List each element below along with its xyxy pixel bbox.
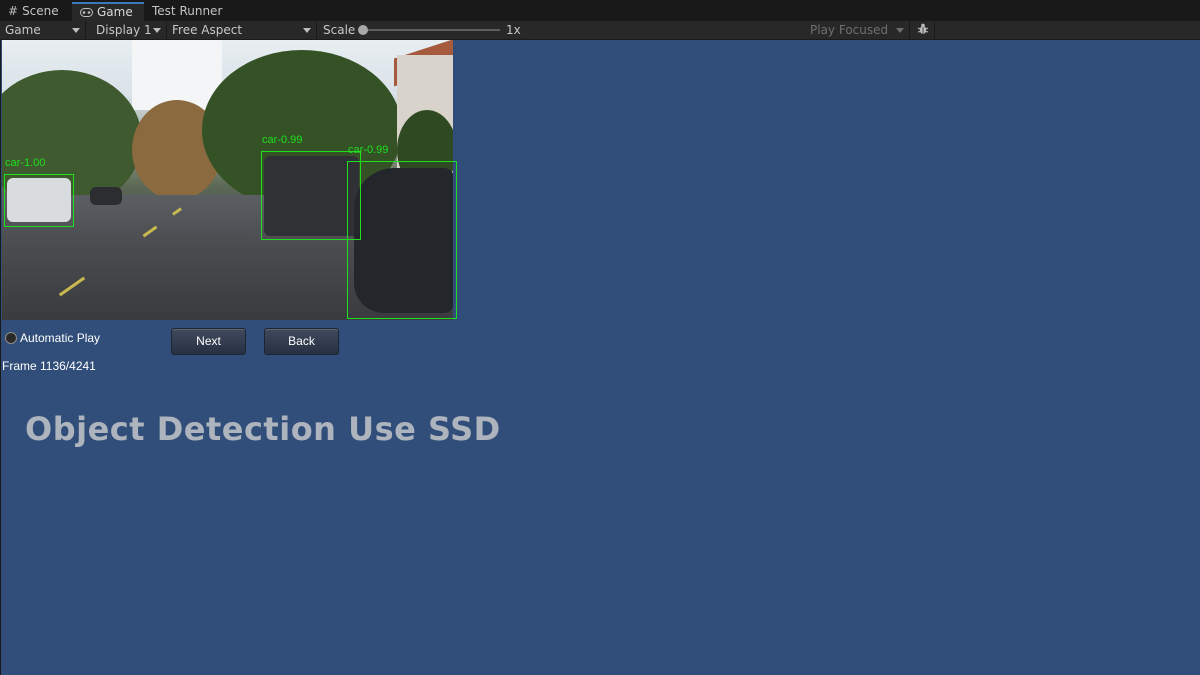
- chevron-down-icon: [896, 28, 904, 33]
- automatic-play-toggle[interactable]: Automatic Play: [5, 330, 100, 346]
- view-mode-value: Game: [5, 23, 41, 37]
- display-value: Display 1: [96, 23, 152, 37]
- game-view: car-1.00 car-0.99 car-0.99 Automatic Pla…: [1, 40, 1200, 675]
- frame-counter: Frame 1136/4241: [2, 359, 96, 373]
- detection-box: car-0.99: [347, 144, 457, 319]
- automatic-play-checkbox[interactable]: [5, 332, 17, 344]
- detection-label: car-0.99: [262, 134, 303, 146]
- debug-button[interactable]: [912, 21, 935, 39]
- detection-box: car-1.00: [4, 157, 74, 227]
- gamepad-icon: [80, 4, 93, 21]
- tab-label: Test Runner: [152, 4, 223, 18]
- next-button[interactable]: Next: [171, 328, 246, 355]
- chevron-down-icon: [153, 28, 161, 33]
- view-mode-dropdown[interactable]: Game: [0, 21, 86, 39]
- detection-label: car-1.00: [5, 157, 46, 169]
- game-toolbar: Game Display 1 Free Aspect Scale 1x Play…: [0, 21, 1200, 40]
- tab-bar: # Scene Game Test Runner: [0, 0, 1200, 22]
- tab-label: Game: [97, 5, 133, 19]
- tab-test-runner[interactable]: Test Runner: [144, 2, 234, 21]
- tab-game[interactable]: Game: [72, 2, 144, 21]
- scale-label: Scale: [323, 23, 356, 37]
- detection-label: car-0.99: [348, 144, 389, 156]
- display-dropdown[interactable]: Display 1: [91, 21, 167, 39]
- aspect-value: Free Aspect: [172, 23, 243, 37]
- scale-value: 1x: [506, 23, 521, 37]
- unity-editor: # Scene Game Test Runner Game Display 1 F…: [0, 0, 1200, 675]
- chevron-down-icon: [303, 28, 311, 33]
- chevron-down-icon: [72, 28, 80, 33]
- play-mode-value: Play Focused: [810, 23, 889, 37]
- play-mode-dropdown[interactable]: Play Focused: [805, 21, 910, 39]
- grid-icon: #: [8, 4, 19, 18]
- back-button[interactable]: Back: [264, 328, 339, 355]
- aspect-dropdown[interactable]: Free Aspect: [167, 21, 317, 39]
- tab-scene[interactable]: # Scene: [0, 2, 72, 21]
- bug-icon: [917, 23, 929, 34]
- automatic-play-label: Automatic Play: [20, 331, 101, 345]
- page-title: Object Detection Use SSD: [25, 410, 501, 448]
- scale-slider-handle[interactable]: [358, 25, 368, 35]
- car-distant: [90, 187, 122, 205]
- tab-label: Scene: [22, 4, 59, 18]
- scale-slider-track[interactable]: [362, 29, 500, 31]
- detection-box: car-0.99: [261, 134, 361, 240]
